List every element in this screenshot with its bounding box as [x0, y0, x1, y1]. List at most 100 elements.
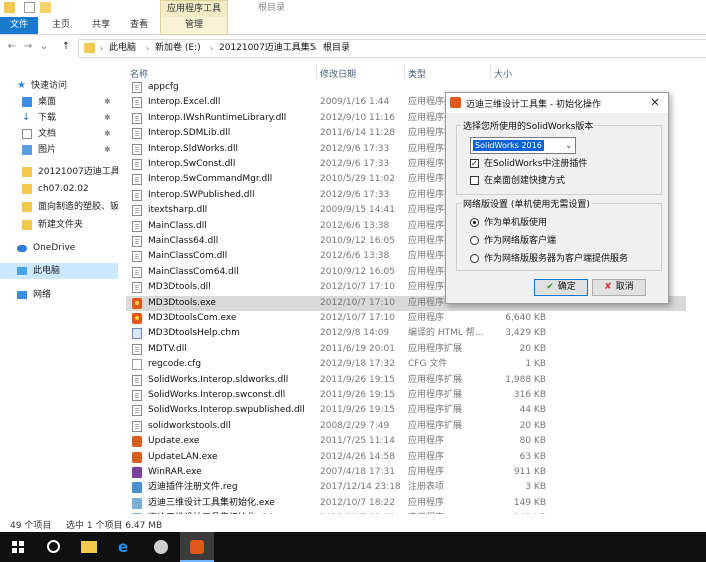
column-header-type[interactable]: 类型 — [408, 67, 426, 80]
file-row[interactable]: 迈迪三维设计工具集初始化.exe 2012/10/7 18:22 应用程序 149 K… — [126, 496, 686, 511]
back-arrow-icon[interactable]: ← — [6, 41, 18, 53]
network-icon — [17, 291, 27, 299]
breadcrumb-root-dir[interactable]: 根目录 — [323, 40, 350, 57]
solidworks-version-select[interactable]: SolidWorks 2016 ⌄ — [470, 137, 576, 154]
file-reg-icon — [132, 482, 142, 494]
file-row[interactable]: MD3DtoolsHelp.chm 2012/9/8 14:09 编译的 HTML … — [126, 326, 686, 341]
radio-server-label: 作为网络版服务器为客户端提供服务 — [484, 254, 629, 264]
file-row[interactable]: regcode.cfg 2012/9/18 17:32 CFG 文件 1 KB — [126, 357, 686, 372]
file-dll-icon — [132, 251, 142, 263]
explorer-icon[interactable] — [4, 2, 15, 13]
nav-pictures[interactable]: 图片 ✱ — [0, 142, 118, 158]
file-row[interactable]: MD3DtoolsCom.exe 2012/10/7 17:10 应用程序 6,640… — [126, 311, 686, 326]
file-date: 2012/10/7 18:22 — [320, 497, 395, 508]
nav-folder-ch07[interactable]: ch07.02.02 — [0, 181, 118, 197]
file-size: 3,429 KB — [505, 328, 546, 339]
nav-folder-toolset[interactable]: 20121007迈迪工具 — [0, 164, 118, 180]
file-row[interactable]: SolidWorks.Interop.swpublished.dll 2011/9… — [126, 403, 686, 418]
file-upd-icon — [132, 451, 142, 463]
file-name: MD3DtoolsHelp.chm — [148, 328, 240, 339]
nav-this-pc[interactable]: 此电脑 — [0, 263, 118, 279]
tab-share[interactable]: 共享 — [84, 17, 118, 34]
column-header-date[interactable]: 修改日期 — [320, 67, 356, 80]
start-button[interactable] — [0, 532, 34, 562]
file-date: 2011/7/25 11:14 — [320, 436, 395, 447]
network-group-label: 网络版设置 (单机使用无需设置) — [461, 197, 592, 210]
recent-chevron-icon[interactable]: ⌄ — [38, 41, 50, 53]
address-bar[interactable]: › 此电脑 › 新加卷 (E:) › 20121007迈迪工具集5 › 根目录 — [78, 39, 706, 58]
file-size: 20 KB — [519, 420, 546, 431]
file-row[interactable]: 迈迪插件注册文件.reg 2017/12/14 23:18 注册表项 3 KB — [126, 480, 686, 495]
tab-file[interactable]: 文件 — [0, 17, 38, 34]
pin-icon[interactable]: ✱ — [104, 126, 111, 142]
computer-icon — [17, 267, 27, 275]
tab-home[interactable]: 主页 — [44, 17, 78, 34]
breadcrumb-this-pc[interactable]: 此电脑 — [109, 40, 136, 57]
cancel-button[interactable]: ✘ 取消 — [592, 279, 646, 296]
taskbar-app-button[interactable] — [144, 532, 178, 562]
nav-network[interactable]: 网络 — [0, 287, 118, 303]
file-win-icon — [132, 467, 142, 478]
file-name: MainClassCom64.dll — [148, 266, 239, 277]
desktop-icon — [22, 97, 32, 107]
column-header-size[interactable]: 大小 — [494, 67, 512, 80]
file-name: Interop.Excel.dll — [148, 97, 221, 108]
file-date: 2012/6/6 13:38 — [320, 220, 390, 231]
file-name: SolidWorks.Interop.sldworks.dll — [148, 374, 289, 385]
column-header-name[interactable]: 名称 — [130, 67, 148, 80]
app-icon — [154, 540, 168, 554]
properties-icon[interactable] — [24, 2, 35, 13]
file-size: 6,640 KB — [505, 313, 546, 323]
file-name: MainClass.dll — [148, 220, 207, 231]
windows-logo-icon — [12, 541, 24, 553]
nav-downloads[interactable]: ↓ 下载 ✱ — [0, 110, 118, 126]
file-row[interactable]: Update.exe 2011/7/25 11:14 应用程序 80 KB — [126, 434, 686, 449]
breadcrumb-drive-e[interactable]: 新加卷 (E:) — [155, 40, 201, 57]
file-setup-icon — [132, 513, 142, 514]
pin-icon[interactable]: ✱ — [104, 110, 111, 126]
nav-documents[interactable]: 文档 ✱ — [0, 126, 118, 142]
file-row[interactable]: 迈迪三维设计工具集初始化x64.exe2012/10/7 18:21应用程序14… — [126, 511, 686, 514]
nav-desktop[interactable]: 桌面 ✱ — [0, 94, 118, 110]
folder-icon — [22, 184, 32, 194]
ok-button[interactable]: ✔ 确定 — [534, 279, 588, 296]
file-size: 80 KB — [519, 436, 546, 447]
nav-folder-plastic[interactable]: 面向制造的塑胶、钣 — [0, 199, 118, 215]
ie-icon: e — [118, 538, 129, 556]
tab-view[interactable]: 查看 — [122, 17, 156, 34]
taskbar-search-button[interactable] — [36, 532, 70, 562]
taskbar-ie-button[interactable]: e — [108, 532, 142, 562]
file-row[interactable]: SolidWorks.Interop.sldworks.dll 2011/9/26… — [126, 373, 686, 388]
file-name: solidworkstools.dll — [148, 420, 231, 431]
file-row[interactable]: WinRAR.exe 2007/4/18 17:31 应用程序 911 KB — [126, 465, 686, 480]
file-date: 2012/10/7 17:10 — [320, 297, 395, 308]
taskbar-md3d-button[interactable] — [180, 532, 214, 562]
forward-arrow-icon[interactable]: → — [22, 41, 34, 53]
nav-folder-new[interactable]: 新建文件夹 — [0, 217, 118, 233]
download-icon: ↓ — [22, 112, 31, 123]
file-row[interactable]: SolidWorks.Interop.swconst.dll 2011/9/26 … — [126, 388, 686, 403]
file-name: appcfg — [148, 82, 179, 92]
pin-icon[interactable]: ✱ — [104, 94, 111, 110]
cross-icon: ✘ — [604, 282, 612, 292]
checkbox-box — [470, 158, 479, 170]
file-name: MDTV.dll — [148, 343, 187, 354]
nav-onedrive[interactable]: OneDrive — [0, 240, 118, 256]
up-arrow-icon[interactable]: ↑ — [60, 41, 72, 53]
chevron-down-icon: ⌄ — [565, 141, 572, 150]
file-row[interactable]: MDTV.dll 2011/6/19 20:01 应用程序扩展 20 KB — [126, 342, 686, 357]
taskbar-explorer-button[interactable] — [72, 532, 106, 562]
file-name: UpdateLAN.exe — [148, 451, 218, 462]
file-row[interactable]: UpdateLAN.exe 2012/4/26 14:58 应用程序 63 KB — [126, 450, 686, 465]
file-name: MD3DtoolsCom.exe — [148, 313, 237, 323]
file-date: 2009/9/15 14:41 — [320, 205, 395, 216]
new-folder-icon[interactable] — [40, 2, 51, 13]
file-size: 911 KB — [513, 467, 546, 477]
breadcrumb-toolset-folder[interactable]: 20121007迈迪工具集5 — [219, 40, 316, 57]
pin-icon[interactable]: ✱ — [104, 142, 111, 158]
file-row[interactable]: solidworkstools.dll 2008/2/29 7:49 应用程序扩展 2… — [126, 419, 686, 434]
quick-access-toolbar: 应用程序工具 根目录 — [0, 0, 706, 18]
nav-quick-access[interactable]: ★ 快速访问 — [0, 78, 118, 94]
close-icon[interactable]: ✕ — [646, 95, 664, 111]
tab-manage[interactable]: 管理 — [160, 17, 228, 35]
